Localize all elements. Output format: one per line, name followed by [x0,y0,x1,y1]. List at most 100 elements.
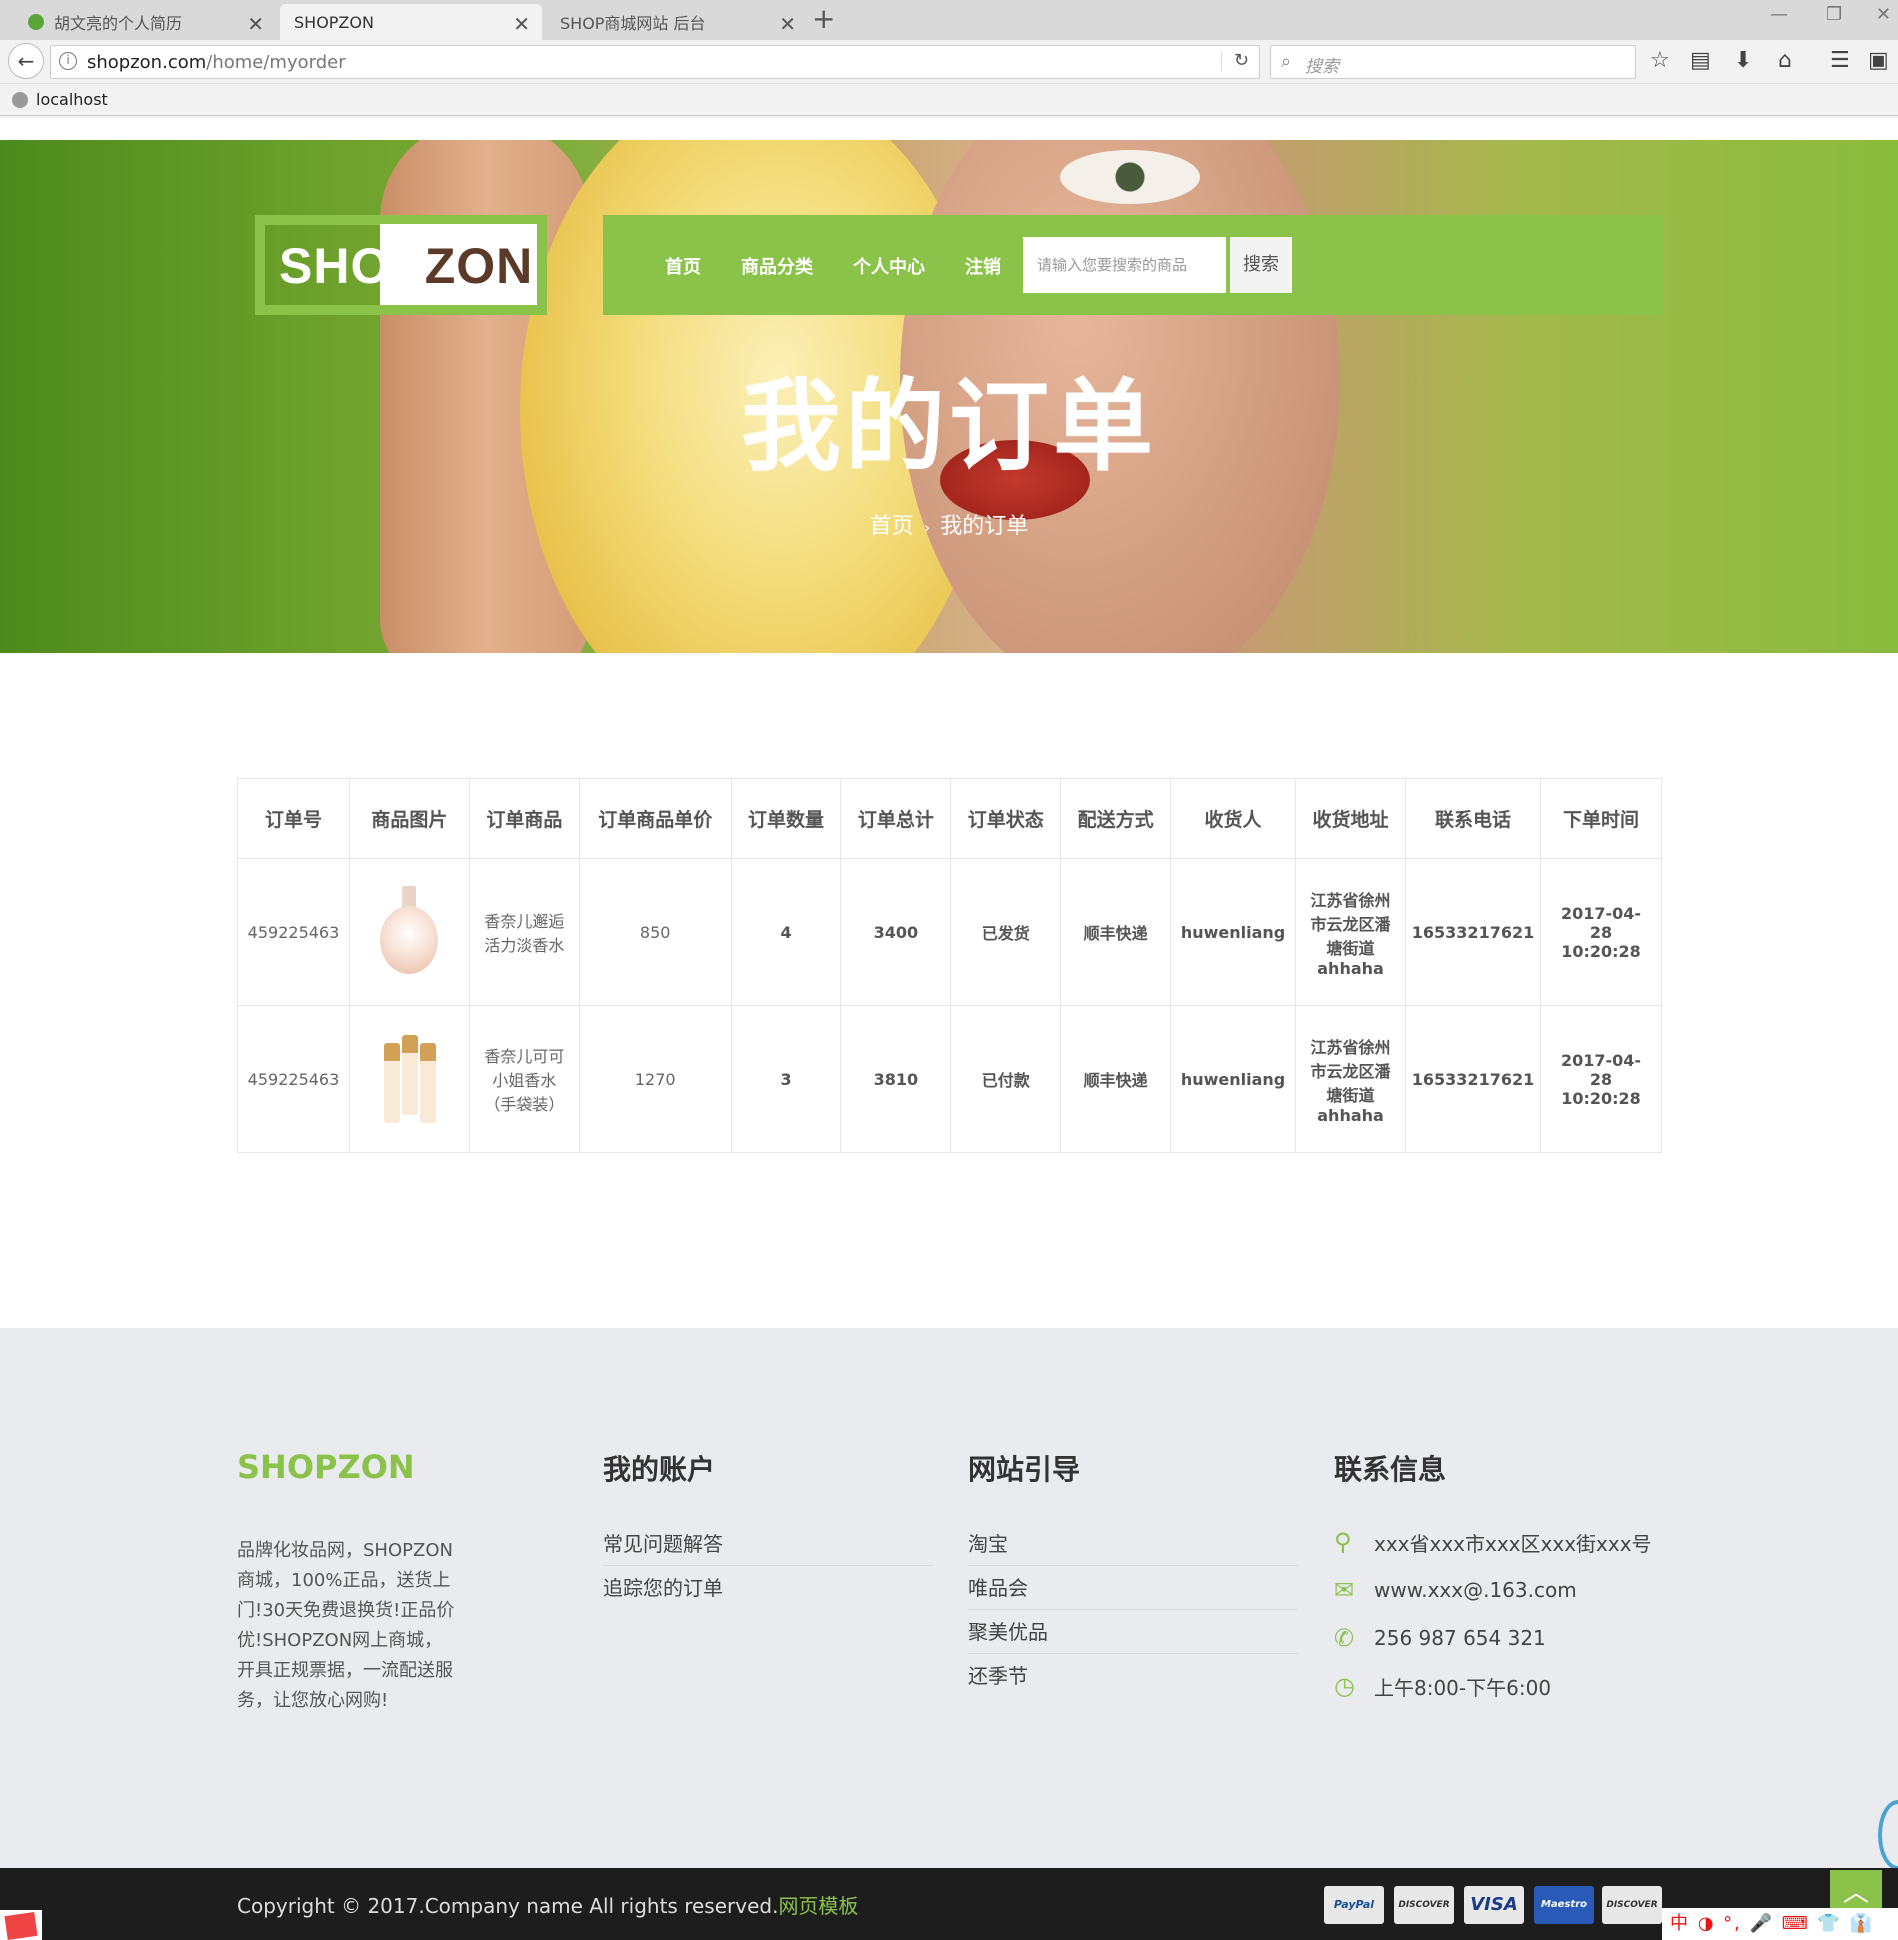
breadcrumb-home[interactable]: 首页 [870,514,914,539]
cell-phone: 16533217621 [1405,1005,1541,1153]
footer-guide-title: 网站引导 [968,1453,1081,1486]
contact-phone: ✆ 256 987 654 321 [1334,1614,1652,1662]
footer-link-taobao[interactable]: 淘宝 [968,1522,1298,1566]
tab-title: SHOP商城网站 后台 [560,14,706,33]
cell-shipping: 顺丰快递 [1060,858,1172,1006]
perfume-bottle-icon[interactable] [378,886,440,978]
tab-bar: 胡文亮的个人简历 ✕ SHOPZON ✕ SHOP商城网站 后台 ✕ + — ❐… [0,0,1898,40]
location-pin-icon: ⚲ [1334,1528,1352,1556]
envelope-icon: ✉ [1334,1576,1355,1604]
header-total: 订单总计 [840,778,952,859]
cell-recipient: huwenliang [1170,1005,1297,1153]
cell-status: 已发货 [950,858,1062,1006]
discover-icon: DISCOVER [1394,1886,1454,1924]
home-icon[interactable]: ⌂ [1778,48,1792,73]
cell-product[interactable]: 香奈儿可可小姐香水（手袋装） [468,1005,580,1153]
star-bookmark-icon[interactable]: ☆ [1650,48,1670,73]
copyright-text: Copyright © 2017.Company name All rights… [237,1894,779,1918]
contact-address: ⚲ xxx省xxx市xxx区xxx街xxx号 [1334,1518,1652,1566]
url-text: shopzon.com/home/myorder [87,52,346,73]
url-host: shopzon.com [87,52,207,73]
nav-logout[interactable]: 注销 [965,253,1001,279]
globe-icon [12,92,28,108]
minimize-icon[interactable]: — [1770,4,1788,25]
footer-brand: SHOPZON [237,1448,415,1486]
close-tab-icon[interactable]: ✕ [513,12,530,36]
header-order-no: 订单号 [237,778,350,859]
cell-unit-price: 850 [578,858,732,1006]
hero-eye-decoration [1060,150,1200,204]
reload-icon[interactable]: ↻ [1220,50,1249,71]
ime-toolbar[interactable]: 中 ◑ °, 🎤 ⌨ 👕 👔 [1662,1908,1898,1940]
cell-time: 2017-04-28 10:20:28 [1539,858,1663,1006]
tab-shopzon[interactable]: SHOPZON ✕ [280,4,542,40]
cell-shipping: 顺丰快递 [1060,1005,1172,1153]
logo-text-light: SHOP [279,238,425,294]
reading-list-icon[interactable]: ▤ [1690,48,1711,73]
cell-unit-price: 1270 [578,1005,732,1153]
product-search-input[interactable]: 请输入您要搜索的商品 [1023,237,1226,293]
search-button[interactable]: 搜索 [1230,237,1292,293]
address-bar[interactable]: i shopzon.com/home/myorder ↻ [50,45,1260,79]
back-arrow-icon[interactable]: ← [8,43,44,79]
cell-address: 江苏省徐州市云龙区潘塘街道ahhaha [1295,858,1407,1006]
header-time: 下单时间 [1539,778,1663,859]
header-quantity: 订单数量 [730,778,842,859]
copyright-link[interactable]: 网页模板 [778,1894,858,1918]
tab-resume[interactable]: 胡文亮的个人简历 ✕ [14,4,276,40]
cell-image [348,1005,470,1153]
bookmarks-bar: localhost [0,84,1898,116]
info-icon[interactable]: i [59,52,77,70]
close-window-icon[interactable]: ✕ [1876,4,1891,25]
nav-user-center[interactable]: 个人中心 [853,253,925,279]
header-address: 收货地址 [1295,778,1407,859]
close-tab-icon[interactable]: ✕ [247,12,264,36]
hero-banner: SHOPZON 首页 商品分类 个人中心 注销 请输入您要搜索的商品 搜索 我的… [0,140,1898,653]
bottom-bar: Copyright © 2017.Company name All rights… [0,1868,1898,1940]
breadcrumb-current: 我的订单 [940,514,1029,539]
tab-title: 胡文亮的个人简历 [54,14,183,33]
download-icon[interactable]: ⬇ [1734,48,1752,73]
new-tab-icon[interactable]: + [812,2,835,35]
cell-time: 2017-04-28 10:20:28 [1539,1005,1663,1153]
shield-favicon-icon [28,14,44,30]
clock-icon: ◷ [1334,1672,1355,1700]
footer-link-track-order[interactable]: 追踪您的订单 [603,1566,933,1610]
maestro-icon: Maestro [1534,1886,1594,1924]
nav-home[interactable]: 首页 [665,253,701,279]
cell-image [348,858,470,1006]
browser-search-box[interactable]: ⌕ 搜索 [1270,45,1636,79]
footer-account-links: 常见问题解答 追踪您的订单 [603,1522,933,1610]
footer-guide-links: 淘宝 唯品会 聚美优品 还季节 [968,1522,1298,1698]
footer-link-vip[interactable]: 唯品会 [968,1566,1298,1610]
close-tab-icon[interactable]: ✕ [779,12,796,36]
menu-icon[interactable]: ☰ [1830,48,1850,73]
cell-recipient: huwenliang [1170,858,1297,1006]
contact-email: ✉ www.xxx@.163.com [1334,1566,1652,1614]
site-footer: SHOPZON 品牌化妆品网，SHOPZON商城，100%正品，送货上门!30天… [0,1328,1898,1868]
contact-hours-text: 上午8:00-下午6:00 [1374,1675,1552,1700]
site-logo[interactable]: SHOPZON [255,215,547,315]
perfume-set-icon[interactable] [378,1033,440,1125]
contact-address-text: xxx省xxx市xxx区xxx街xxx号 [1374,1531,1652,1556]
restore-icon[interactable]: ❐ [1826,4,1842,25]
taskbar-app-icon[interactable] [0,1910,42,1940]
bookmark-localhost[interactable]: localhost [36,90,108,109]
footer-link-faq[interactable]: 常见问题解答 [603,1522,933,1566]
header-image: 商品图片 [348,778,470,859]
footer-link-jumei[interactable]: 聚美优品 [968,1610,1298,1654]
visa-icon: VISA [1464,1886,1524,1924]
header-shipping: 配送方式 [1060,778,1172,859]
browser-chrome: 胡文亮的个人简历 ✕ SHOPZON ✕ SHOP商城网站 后台 ✕ + — ❐… [0,0,1898,118]
page-title: 我的订单 [741,368,1157,485]
search-icon: ⌕ [1281,51,1292,72]
nav-categories[interactable]: 商品分类 [741,253,813,279]
footer-guide: 网站引导 淘宝 唯品会 聚美优品 还季节 [968,1448,1298,1698]
footer-link-season[interactable]: 还季节 [968,1654,1298,1698]
contact-phone-text: 256 987 654 321 [1374,1626,1546,1650]
cell-quantity: 4 [730,858,842,1006]
cell-product[interactable]: 香奈儿邂逅活力淡香水 [468,858,580,1006]
extension-icon[interactable]: ▣ [1868,48,1889,73]
tab-admin[interactable]: SHOP商城网站 后台 ✕ [546,4,808,40]
header-product: 订单商品 [468,778,580,859]
